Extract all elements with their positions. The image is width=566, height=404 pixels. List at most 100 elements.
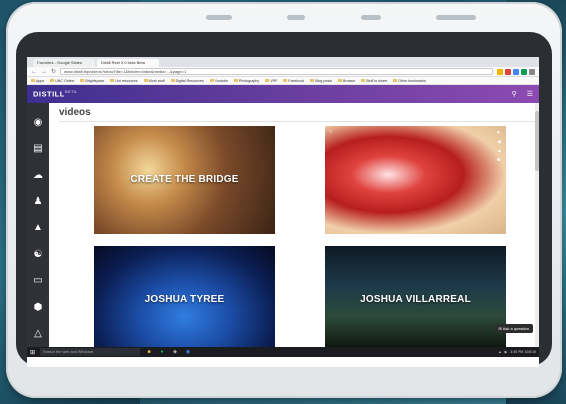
bookmark-item[interactable]: Stuff to share	[360, 78, 388, 83]
wifi-icon[interactable]: ▲	[498, 350, 501, 354]
video-card[interactable]: ○ ♥ ◀ ▲ ■	[325, 126, 506, 234]
extension-icon[interactable]	[505, 68, 511, 75]
screen: Favorites - Google Slides Distill Reel 2…	[27, 57, 539, 367]
bookmark-item[interactable]: Youtube	[209, 78, 228, 83]
app-body: ◉ ▤ ☁ ♟ ▲ ☯ ▭ ⬢ △ videos CREATE THE BRID…	[27, 103, 539, 347]
clock[interactable]: 3:45 PM 10/6/15	[510, 350, 536, 354]
triangle-icon[interactable]: △	[27, 321, 49, 347]
building-icon[interactable]: ▲	[27, 215, 49, 241]
spotify-icon[interactable]: ●	[158, 349, 166, 356]
sensor-slot	[360, 14, 381, 20]
folder-icon	[233, 79, 238, 82]
bookmark-item[interactable]: Browse	[337, 78, 355, 83]
chrome-icon[interactable]: ◉	[184, 349, 192, 356]
bookmark-label: Blog posts	[315, 78, 332, 83]
file-explorer-icon[interactable]: ■	[145, 349, 153, 356]
hands-icon[interactable]: ☯	[27, 241, 49, 267]
sidebar: ◉ ▤ ☁ ♟ ▲ ☯ ▭ ⬢ △	[27, 103, 49, 347]
speaker-slot	[206, 14, 232, 20]
title-divider	[59, 121, 535, 122]
bookmark-label: Brightspace	[85, 78, 105, 83]
laptop-icon[interactable]: ▭	[27, 268, 49, 294]
folder-icon	[80, 79, 85, 82]
bookmark-item[interactable]: VRF	[265, 79, 277, 83]
bookmark-item[interactable]: Work stuff	[143, 78, 165, 83]
bookmarks-bar: Apps UNC Online Brightspace Uni resource…	[27, 77, 539, 85]
folder-icon	[170, 79, 175, 82]
scrollbar[interactable]	[535, 103, 539, 347]
video-card[interactable]: CREATE THE BRIDGE	[94, 126, 275, 234]
bookmark-label: Photography	[238, 78, 260, 83]
beta-badge: BETA	[64, 89, 77, 95]
bookmark-label: Work stuff	[148, 78, 165, 83]
search-icon[interactable]: ⚲	[512, 90, 517, 98]
cloud-icon[interactable]: ☁	[27, 162, 49, 188]
share-icon[interactable]: ◀	[497, 139, 502, 145]
extension-icon[interactable]	[521, 68, 527, 75]
bookmark-label: Other bookmarks	[398, 78, 426, 83]
date: 10/6/15	[524, 350, 536, 354]
menu-icon[interactable]: ☰	[527, 90, 533, 98]
bookmark-label: Apps	[36, 78, 45, 83]
bookmark-item[interactable]: Photography	[233, 78, 260, 83]
address-bar[interactable]: www.distill.tt/p/videos?showTitle=1&hidd…	[60, 68, 493, 75]
bookmark-item[interactable]: Brightspace	[80, 79, 104, 83]
book-icon[interactable]: ▤	[27, 135, 49, 161]
time: 3:45 PM	[510, 350, 524, 354]
bookmark-item[interactable]: Uni resources	[110, 78, 138, 83]
add-icon[interactable]: ■	[497, 157, 502, 163]
extension-icons	[497, 68, 535, 75]
app-icon[interactable]: ◆	[171, 349, 179, 356]
card-actions: ♥ ◀ ▲ ■	[497, 130, 502, 163]
heart-icon[interactable]: ♥	[497, 130, 502, 136]
star-icon[interactable]	[497, 68, 503, 75]
ask-question-label: Ask a question	[502, 326, 529, 331]
browser-tab[interactable]: Favorites - Google Slides	[33, 59, 95, 67]
bookmark-item[interactable]: Facebook	[283, 79, 304, 83]
bookmark-label: Browse	[342, 78, 355, 83]
logo-text: DISTILL	[33, 89, 65, 99]
folder-icon	[143, 79, 148, 82]
video-title: JOSHUA VILLARREAL	[360, 294, 471, 305]
reload-icon[interactable]: ↻	[51, 68, 56, 76]
scrollbar-thumb[interactable]	[535, 111, 539, 171]
windows-logo-icon[interactable]: ⊞	[30, 349, 35, 356]
menu-icon[interactable]	[529, 68, 535, 75]
bookmark-label: Youtube	[214, 78, 228, 83]
volume-icon[interactable]: ▶	[505, 350, 508, 354]
browser-tab-active[interactable]: Distill Reel 2.0 beta Beta	[97, 59, 159, 67]
video-card[interactable]: JOSHUA VILLARREAL	[325, 246, 506, 347]
back-icon[interactable]: ←	[31, 68, 37, 76]
app-header: DISTILLBETA ⚲ ☰	[27, 85, 539, 103]
tablet-top-bar	[206, 8, 476, 26]
distill-logo[interactable]: DISTILLBETA	[33, 89, 77, 99]
folder-icon	[393, 79, 398, 82]
bookmark-item[interactable]: UNC Online	[50, 79, 74, 83]
browser-tab-strip: Favorites - Google Slides Distill Reel 2…	[27, 57, 539, 67]
taskbar-search[interactable]: Search the web and Windows	[40, 348, 141, 356]
extension-icon[interactable]	[513, 68, 519, 75]
bookmark-label: Digital Resources	[175, 78, 204, 83]
bookmark-label: Stuff to share	[365, 78, 388, 83]
browser-toolbar: ← → ↻ www.distill.tt/p/videos?showTitle=…	[27, 67, 539, 77]
bookmark-item[interactable]: Blog posts	[310, 79, 332, 83]
folder-icon	[209, 79, 214, 82]
bookmark-item[interactable]: Apps	[31, 79, 44, 83]
forward-icon[interactable]: →	[41, 68, 47, 76]
bookmark-label: UNC Online	[55, 78, 75, 83]
bookmark-item[interactable]: Digital Resources	[170, 78, 204, 83]
bookmark-label: Uni resources	[115, 78, 138, 83]
ask-question-button[interactable]: ✉ Ask a question	[494, 324, 533, 333]
video-card[interactable]: JOSHUA TYREE	[94, 246, 275, 347]
folder-icon	[110, 79, 115, 82]
folder-icon	[283, 79, 288, 82]
main-content: videos CREATE THE BRIDGE ○ ♥ ◀ ▲ ■ JOSHU…	[49, 103, 539, 347]
page-title: videos	[59, 107, 91, 118]
bookmark-icon[interactable]: ▲	[497, 148, 502, 154]
bookmark-item[interactable]: Other bookmarks	[393, 79, 426, 83]
drop-icon[interactable]: ◉	[27, 109, 49, 135]
person-icon[interactable]: ♟	[27, 188, 49, 214]
hexagon-icon[interactable]: ⬢	[27, 294, 49, 320]
info-icon[interactable]: ○	[329, 129, 333, 135]
video-title: CREATE THE BRIDGE	[130, 174, 239, 185]
